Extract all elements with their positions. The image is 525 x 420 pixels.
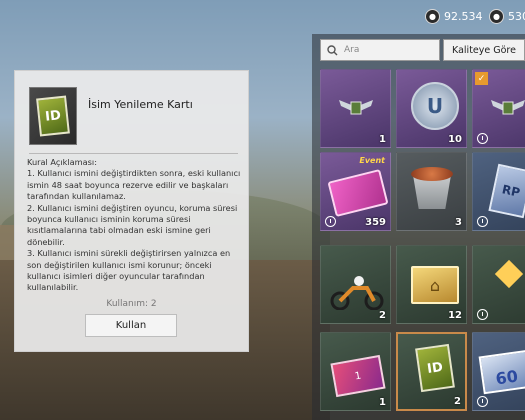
search-input[interactable]: Ara — [320, 39, 440, 61]
silver-amount: 530 — [508, 10, 525, 23]
divider — [29, 153, 238, 154]
uc-coin-icon: ● — [425, 9, 440, 24]
inventory-item-sixty-card[interactable]: 60 — [472, 332, 525, 411]
use-button[interactable]: Kullan — [85, 314, 177, 337]
clock-icon — [325, 216, 336, 227]
item-detail-panel: ID İsim Yenileme Kartı Kural Açıklaması:… — [14, 70, 249, 352]
silver-coin-icon: ● — [489, 9, 504, 24]
inventory-item-uc-emblem[interactable]: U 10 — [396, 69, 467, 148]
clock-icon — [477, 133, 488, 144]
gem-icon — [494, 259, 524, 289]
inventory-item-rename-card[interactable]: ID 2 — [396, 332, 467, 411]
motorbike-icon — [330, 276, 384, 310]
clock-icon — [477, 396, 488, 407]
item-count: 2 — [454, 396, 461, 407]
item-title: İsim Yenileme Kartı — [88, 98, 193, 111]
rp-card-icon: RP — [488, 163, 525, 219]
inventory-item-vehicle-ticket[interactable]: 1 1 — [320, 332, 391, 411]
inventory-item-wings-emblem[interactable]: 1 — [320, 69, 391, 148]
wings-emblem-icon — [491, 100, 525, 115]
search-placeholder: Ara — [344, 45, 360, 55]
inventory-item-motorbike[interactable]: 2 — [320, 245, 391, 324]
uc-amount: 92.534 — [444, 10, 483, 23]
vehicle-ticket-icon: 1 — [330, 354, 386, 398]
uc-balance: ● 92.534 — [425, 9, 483, 24]
search-icon — [327, 44, 338, 55]
inventory-panel: Ara Kaliteye Göre 1 U 10 ✓ Event 359 3 R… — [312, 34, 525, 420]
check-icon: ✓ — [475, 72, 488, 85]
event-ticket-icon — [327, 169, 389, 217]
inventory-item-wings-emblem-2[interactable]: ✓ — [472, 69, 525, 148]
sixty-card-icon: 60 — [478, 349, 525, 395]
wings-emblem-icon — [339, 100, 373, 115]
inventory-item-bucket[interactable]: 3 — [396, 152, 467, 231]
rename-card-icon: ID — [415, 343, 455, 393]
event-badge: Event — [359, 156, 385, 165]
item-count: 1 — [379, 134, 386, 145]
bucket-contents-icon — [411, 167, 453, 181]
rename-card-icon: ID — [36, 95, 70, 137]
clock-icon — [477, 309, 488, 320]
item-count: 1 — [379, 397, 386, 408]
item-thumbnail: ID — [29, 87, 77, 145]
item-count: 3 — [455, 217, 462, 228]
item-count: 12 — [448, 310, 462, 321]
item-count: 359 — [365, 217, 386, 228]
rules-description: Kural Açıklaması: 1. Kullanıcı ismini de… — [27, 157, 241, 293]
inventory-item-rp-card[interactable]: RP — [472, 152, 525, 231]
inventory-item-yellow-gem[interactable] — [472, 245, 525, 324]
silver-balance: ● 530 — [489, 9, 525, 24]
uc-emblem-icon: U — [411, 82, 459, 130]
inventory-item-house-card[interactable]: ⌂ 12 — [396, 245, 467, 324]
usage-count: Kullanım: 2 — [106, 299, 157, 309]
clock-icon — [477, 216, 488, 227]
house-card-icon: ⌂ — [411, 266, 459, 304]
item-count: 2 — [379, 310, 386, 321]
item-count: 10 — [448, 134, 462, 145]
inventory-item-event-ticket[interactable]: Event 359 — [320, 152, 391, 231]
sort-by-quality-button[interactable]: Kaliteye Göre — [443, 39, 525, 61]
